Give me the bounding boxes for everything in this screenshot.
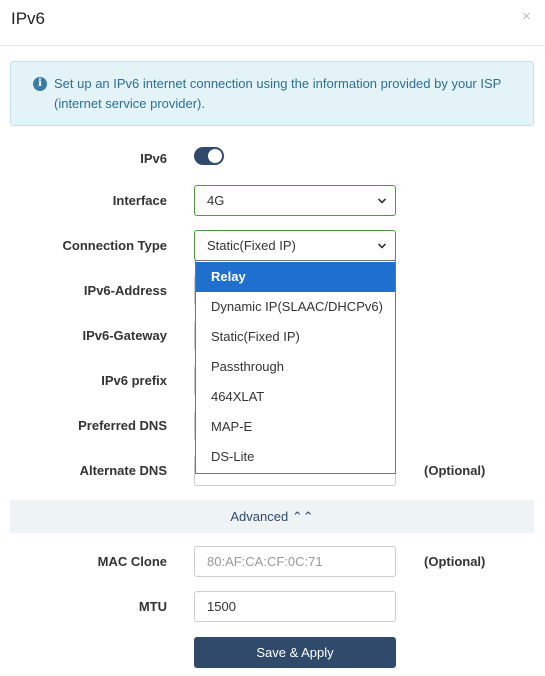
dropdown-option-ds-lite[interactable]: DS-Lite — [196, 442, 395, 472]
preferred-dns-label: Preferred DNS — [78, 418, 167, 433]
connection-type-select[interactable]: Static(Fixed IP) — [194, 230, 396, 261]
interface-label: Interface — [112, 193, 167, 208]
advanced-toggle[interactable]: Advanced ⌃⌃ — [10, 500, 534, 533]
toggle-knob — [208, 149, 222, 163]
dropdown-option-464xlat[interactable]: 464XLAT — [196, 382, 395, 412]
dialog-title: IPv6 — [11, 9, 46, 28]
mtu-label: MTU — [138, 599, 167, 614]
chevron-down-icon — [378, 243, 386, 249]
connection-type-dropdown[interactable]: Relay Dynamic IP(SLAAC/DHCPv6) Static(Fi… — [195, 260, 396, 474]
save-apply-button[interactable]: Save & Apply — [194, 637, 396, 668]
close-icon[interactable]: × — [522, 8, 531, 25]
dropdown-option-static[interactable]: Static(Fixed IP) — [196, 322, 395, 352]
mac-clone-input[interactable]: 80:AF:CA:CF:0C:71 — [194, 546, 396, 577]
connection-type-label: Connection Type — [62, 238, 167, 253]
info-text: Set up an IPv6 internet connection using… — [54, 76, 502, 111]
dropdown-list: Relay Dynamic IP(SLAAC/DHCPv6) Static(Fi… — [196, 261, 395, 472]
dropdown-option-map-e[interactable]: MAP-E — [196, 412, 395, 442]
interface-value: 4G — [207, 193, 225, 208]
mtu-input[interactable]: 1500 — [194, 591, 396, 622]
ipv6-gateway-label: IPv6-Gateway — [82, 328, 167, 343]
dialog-header: IPv6 × — [0, 0, 545, 46]
ipv6-label: IPv6 — [140, 151, 167, 166]
mac-clone-optional: (Optional) — [424, 554, 486, 569]
dropdown-option-passthrough[interactable]: Passthrough — [196, 352, 395, 382]
alternate-dns-optional: (Optional) — [424, 463, 486, 478]
alternate-dns-label: Alternate DNS — [79, 463, 167, 478]
info-banner: i Set up an IPv6 internet connection usi… — [10, 61, 534, 126]
ipv6-prefix-label: IPv6 prefix — [101, 373, 167, 388]
dropdown-option-relay[interactable]: Relay — [196, 262, 395, 292]
ipv6-toggle[interactable] — [194, 147, 224, 165]
dropdown-option-dynamic-ip[interactable]: Dynamic IP(SLAAC/DHCPv6) — [196, 292, 395, 322]
connection-type-value: Static(Fixed IP) — [207, 238, 296, 253]
mac-clone-label: MAC Clone — [97, 554, 167, 569]
chevron-down-icon — [378, 198, 386, 204]
ipv6-address-label: IPv6-Address — [83, 283, 167, 298]
interface-select[interactable]: 4G — [194, 185, 396, 216]
info-icon: i — [33, 77, 47, 91]
